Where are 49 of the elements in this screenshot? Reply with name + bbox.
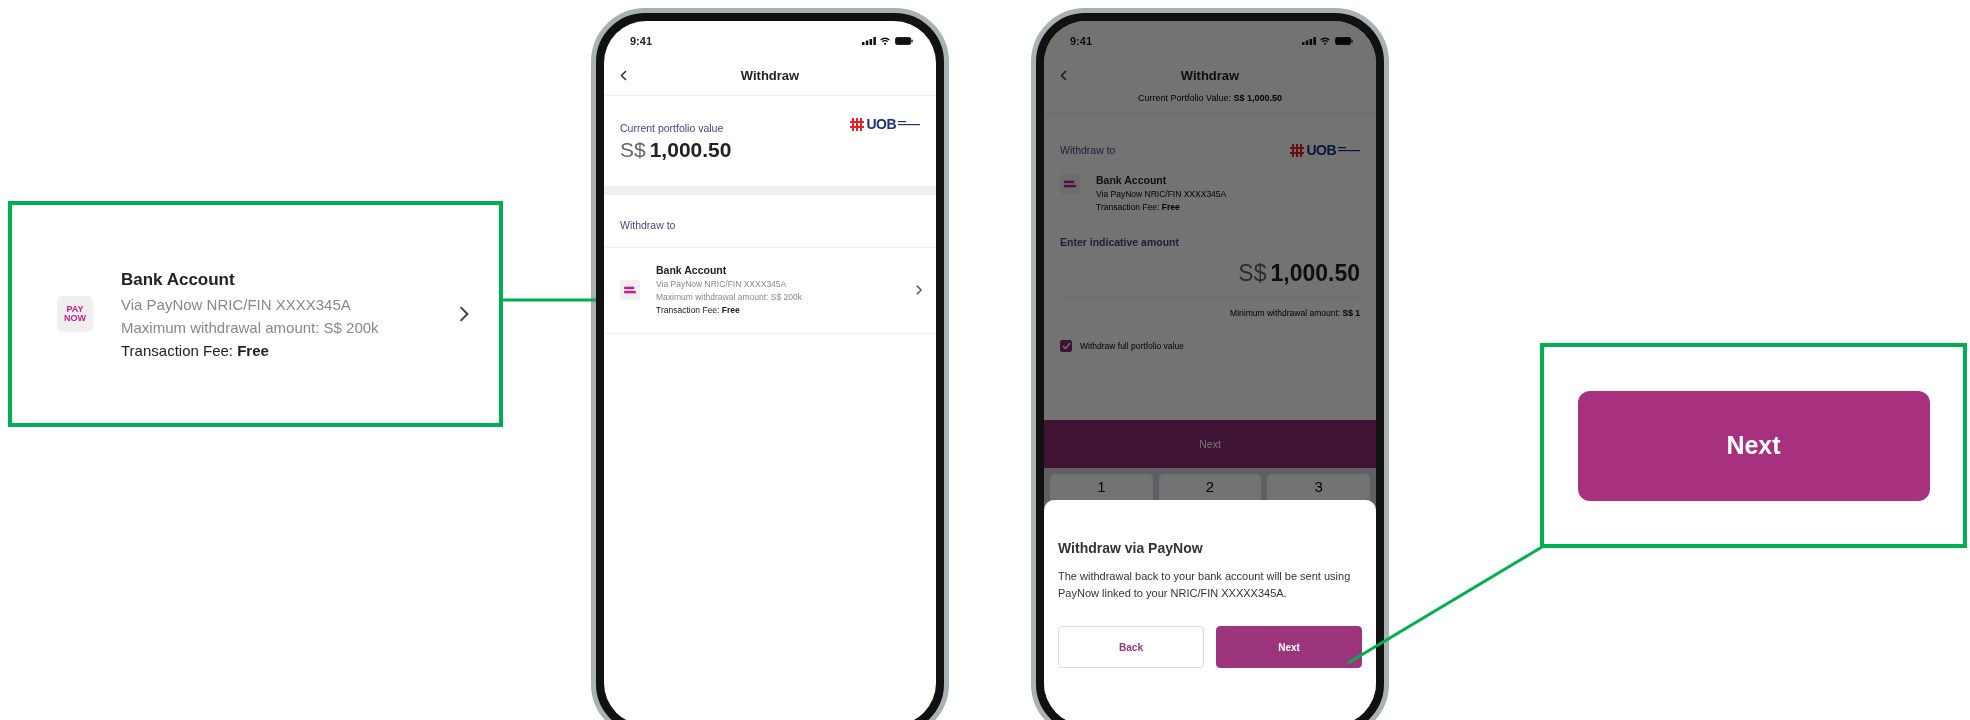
logo-text: UOB — [866, 116, 896, 132]
account-title: Bank Account — [1096, 174, 1168, 186]
status-time: 9:41 — [630, 35, 653, 47]
next-button[interactable]: Next — [1216, 626, 1362, 669]
logo-tagline-icon — [1338, 146, 1360, 154]
account-detail: Via PayNow NRIC/FIN XXXX345A — [121, 295, 352, 313]
logo-mark-icon — [1290, 143, 1305, 157]
portfolio-amount: 1,000.50 — [649, 138, 732, 162]
paynow-logo: PAY NOW — [57, 296, 93, 332]
portfolio-value-subtitle: Current Portfolio Value: S$ 1,000.50 — [1137, 93, 1283, 103]
account-title: Bank Account — [121, 269, 236, 290]
back-button[interactable]: Back — [1058, 626, 1204, 669]
screen-title: Withdraw — [1179, 67, 1241, 83]
transaction-fee: Transaction Fee: Free — [656, 305, 741, 315]
logo-text: UOB — [1306, 142, 1336, 158]
status-time: 9:41 — [1070, 35, 1093, 47]
battery-icon — [894, 37, 914, 45]
sheet-message: The withdrawal back to your bank account will be sent using PayNow linked to your NRIC/FIN XXXXX345A. — [1058, 569, 1352, 602]
chevron-right-icon — [459, 306, 469, 322]
section-label: Withdraw to — [604, 195, 936, 248]
sheet-title: Withdraw via PayNow — [1058, 540, 1204, 556]
account-detail: Via PayNow NRIC/FIN XXXX345A — [656, 279, 788, 289]
next-button[interactable]: Next — [1044, 420, 1376, 468]
account-detail: Via PayNow NRIC/FIN XXXX345A — [1096, 189, 1228, 199]
screen-title: Withdraw — [739, 67, 801, 83]
account-detail: Maximum withdrawal amount: S$ 200k — [121, 318, 380, 336]
account-list-item[interactable]: Bank Account Via PayNow NRIC/FIN XXXX345A Maximum withdrawal amount: S$ 200k Transaction Fee: Free — [604, 248, 936, 334]
signal-icon — [862, 37, 876, 45]
portfolio-label: Current portfolio value — [620, 122, 725, 134]
logo-mark-icon — [850, 117, 865, 131]
account-detail: Maximum withdrawal amount: S$ 200k — [656, 292, 803, 302]
next-button[interactable]: Next — [1577, 390, 1930, 501]
battery-icon — [1334, 37, 1354, 45]
back-icon[interactable] — [620, 69, 627, 81]
transaction-fee: Transaction Fee: Free — [121, 341, 270, 359]
signal-icon — [1302, 37, 1316, 45]
amount-label: Enter indicative amount — [1059, 235, 1181, 248]
amount-field[interactable]: S$ 1,000.50 — [1060, 248, 1360, 298]
section-label: Withdraw to — [1060, 144, 1116, 156]
chevron-right-icon — [916, 284, 922, 295]
wifi-icon — [879, 37, 891, 45]
currency: S$ — [620, 138, 646, 162]
logo-tagline-icon — [898, 120, 920, 128]
transaction-fee: Transaction Fee: Free — [1096, 202, 1181, 212]
checkbox[interactable] — [1060, 340, 1072, 352]
checkbox-label: Withdraw full portfolio value — [1080, 341, 1184, 351]
account-title: Bank Account — [656, 264, 728, 276]
minimum-amount-note: Minimum withdrawal amount: S$ 1 — [1229, 307, 1361, 320]
wifi-icon — [1319, 37, 1331, 45]
